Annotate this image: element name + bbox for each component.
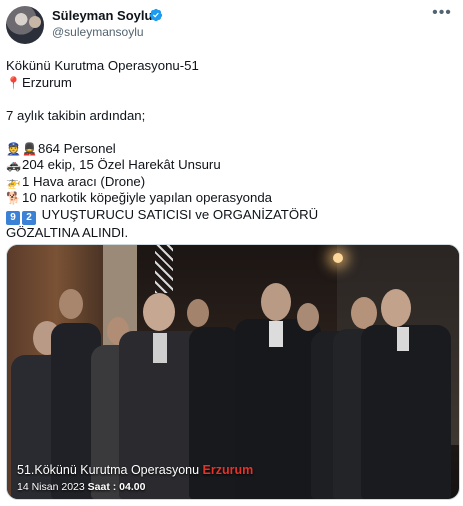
keycap-9-icon: 9 [6, 210, 20, 225]
video-caption-city: Erzurum [202, 463, 254, 477]
tweet-line-personnel: 👮💂864 Personel [6, 140, 116, 156]
more-horizontal-icon[interactable]: ••• [431, 5, 453, 24]
keycap-2-icon: 2 [22, 210, 36, 225]
tweet-line-arrested: 92 UYUŞTURUCU SATICISI ve ORGANİZATÖRÜ [6, 207, 456, 225]
background-truss [155, 245, 173, 293]
user-handle[interactable]: @suleymansoylu [52, 25, 144, 39]
tweet-text: Kökünü Kurutma Operasyonu-51 📍Erzurum 7 … [6, 58, 456, 241]
police-car-icon: 🚓 [6, 158, 21, 172]
tweet-line-empty [6, 91, 456, 108]
tweet-line-dogs: 🐕10 narkotik köpeğiyle yapılan operasyon… [6, 190, 272, 205]
dog-icon: 🐕 [6, 191, 21, 205]
tweet-line-teams: 🚓204 ekip, 15 Özel Harekât Unsuru [6, 157, 221, 172]
police-officer-icon: 👮 [6, 141, 21, 156]
tweet-video[interactable]: 51.Kökünü Kurutma Operasyonu Erzurum 14 … [6, 244, 460, 500]
tweet-header: Süleyman Soylu @suleymansoylu ••• [0, 0, 463, 52]
round-pushpin-icon: 📍 [6, 75, 21, 90]
tweet-line: GÖZALTINA ALINDI. [6, 224, 129, 240]
avatar[interactable] [6, 6, 44, 44]
guard-icon: 💂 [22, 141, 37, 156]
tweet-line: 7 aylık takibin ardından; [6, 107, 146, 123]
video-caption-time: Saat : 04.00 [87, 481, 146, 493]
tweet-line-aircraft: 🚁1 Hava aracı (Drone) [6, 173, 146, 189]
tweet-line-location: 📍Erzurum [6, 74, 72, 90]
tweet-line-empty [6, 124, 456, 141]
street-lamp [333, 253, 343, 263]
helicopter-icon: 🚁 [6, 174, 21, 189]
display-name[interactable]: Süleyman Soylu [52, 8, 152, 23]
video-caption-date: 14 Nisan 2023 Saat : 04.00 [17, 481, 146, 493]
verified-badge-icon [149, 8, 163, 22]
tweet-line: Kökünü Kurutma Operasyonu-51 [6, 58, 199, 73]
video-caption-title: 51.Kökünü Kurutma Operasyonu Erzurum [17, 463, 254, 477]
